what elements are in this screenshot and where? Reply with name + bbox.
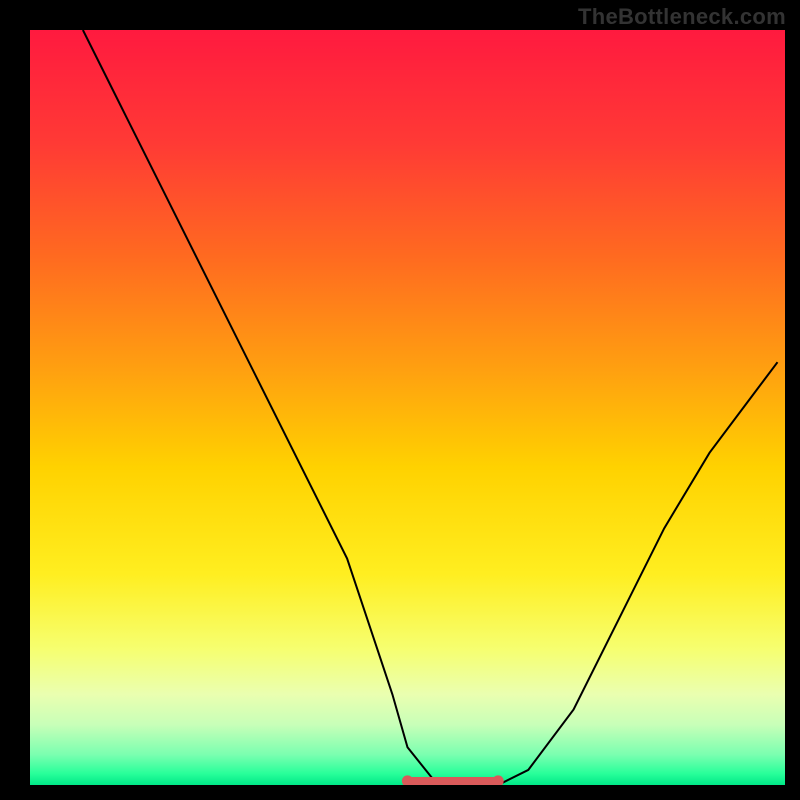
bottleneck-chart — [30, 30, 785, 785]
chart-frame: TheBottleneck.com — [0, 0, 800, 800]
watermark-text: TheBottleneck.com — [578, 4, 786, 30]
plot-area — [30, 30, 785, 785]
gradient-background — [30, 30, 785, 785]
